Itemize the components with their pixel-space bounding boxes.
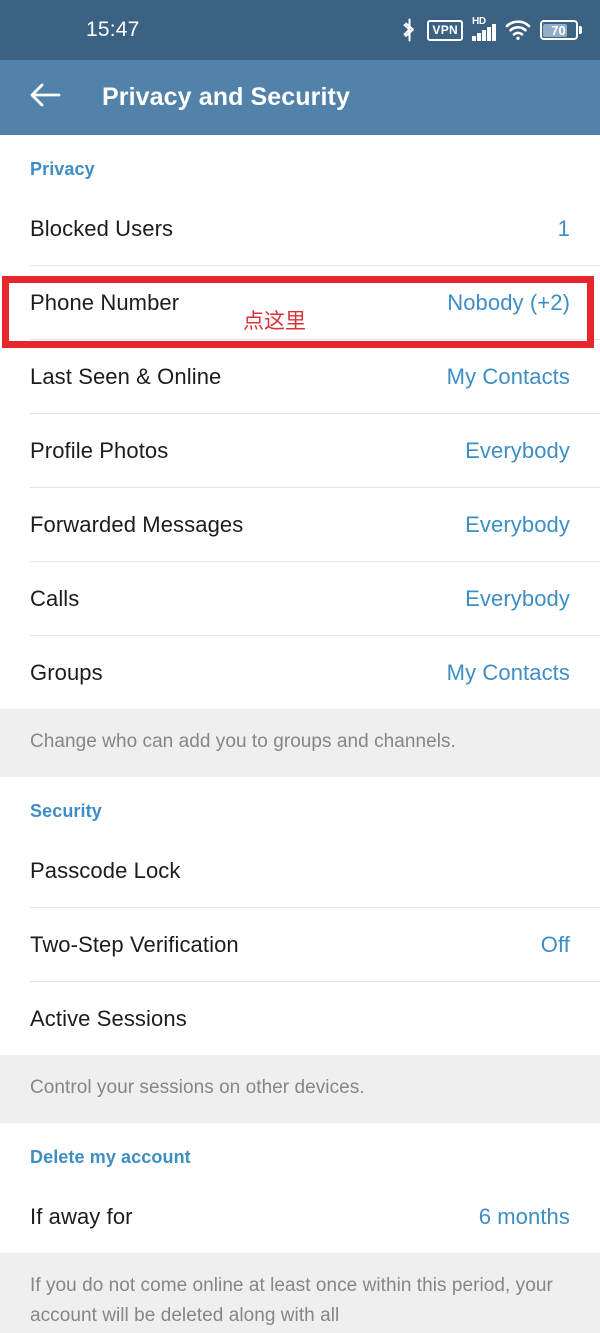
- footnote-privacy: Change who can add you to groups and cha…: [0, 709, 600, 777]
- signal-bar: [482, 30, 486, 41]
- row-label: Blocked Users: [30, 215, 174, 241]
- row-calls[interactable]: Calls Everybody: [0, 562, 600, 635]
- row-label: Forwarded Messages: [30, 511, 244, 537]
- section-header-security: Security: [30, 801, 102, 821]
- row-forwarded-messages[interactable]: Forwarded Messages Everybody: [0, 488, 600, 561]
- row-label: Phone Number: [30, 289, 180, 315]
- battery-icon: 70: [539, 20, 582, 40]
- row-value: Off: [540, 931, 570, 957]
- app-bar: Privacy and Security: [0, 60, 600, 135]
- status-bar-icons: VPN HD 70: [401, 16, 582, 42]
- row-phone-number[interactable]: Phone Number Nobody (+2): [0, 266, 600, 339]
- signal-bar: [477, 33, 481, 41]
- wifi-icon: [505, 19, 531, 41]
- row-passcode-lock[interactable]: Passcode Lock: [0, 834, 600, 907]
- bluetooth-icon: [401, 18, 418, 42]
- signal-bar: [472, 36, 476, 41]
- row-groups[interactable]: Groups My Contacts: [0, 636, 600, 709]
- row-last-seen-online[interactable]: Last Seen & Online My Contacts: [0, 340, 600, 413]
- footnote-security: Control your sessions on other devices.: [0, 1055, 600, 1123]
- vpn-icon: VPN: [427, 19, 463, 41]
- row-label: Passcode Lock: [30, 857, 181, 883]
- signal-bar: [492, 24, 496, 41]
- row-active-sessions[interactable]: Active Sessions: [0, 982, 600, 1055]
- status-bar-clock: 15:47: [86, 18, 140, 41]
- battery-cap: [579, 26, 582, 34]
- row-value: 1: [557, 215, 570, 241]
- row-value: My Contacts: [446, 363, 570, 389]
- row-label: If away for: [30, 1203, 133, 1229]
- battery-body: 70: [539, 20, 578, 40]
- settings-list: Privacy Blocked Users 1 Phone Number Nob…: [0, 135, 600, 1333]
- row-value: Everybody: [465, 585, 570, 611]
- row-label: Groups: [30, 659, 103, 685]
- battery-level-text: 70: [551, 22, 566, 38]
- section-header-delete-account: Delete my account: [30, 1147, 191, 1167]
- status-bar: 15:47 VPN HD 70: [0, 0, 600, 60]
- row-if-away-for[interactable]: If away for 6 months: [0, 1180, 600, 1253]
- hd-icon: HD: [472, 16, 486, 27]
- row-profile-photos[interactable]: Profile Photos Everybody: [0, 414, 600, 487]
- arrow-left-icon: [28, 81, 62, 114]
- page-title: Privacy and Security: [102, 83, 350, 111]
- row-value: Nobody (+2): [447, 289, 570, 315]
- row-label: Calls: [30, 585, 80, 611]
- signal-bar: [487, 27, 491, 41]
- back-button[interactable]: [24, 77, 66, 119]
- row-two-step-verification[interactable]: Two-Step Verification Off: [0, 908, 600, 981]
- row-blocked-users[interactable]: Blocked Users 1: [0, 192, 600, 265]
- row-value: My Contacts: [446, 659, 570, 685]
- row-label: Last Seen & Online: [30, 363, 222, 389]
- cellular-signal-icon: HD: [472, 16, 496, 41]
- row-label: Two-Step Verification: [30, 931, 239, 957]
- footnote-delete-account: If you do not come online at least once …: [0, 1253, 600, 1333]
- row-value: 6 months: [478, 1203, 570, 1229]
- row-label: Active Sessions: [30, 1005, 187, 1031]
- section-header-privacy: Privacy: [30, 159, 95, 179]
- row-value: Everybody: [465, 437, 570, 463]
- phone-screen: 15:47 VPN HD 70 Privacy and Security Pri…: [0, 0, 600, 1333]
- row-value: Everybody: [465, 511, 570, 537]
- row-label: Profile Photos: [30, 437, 169, 463]
